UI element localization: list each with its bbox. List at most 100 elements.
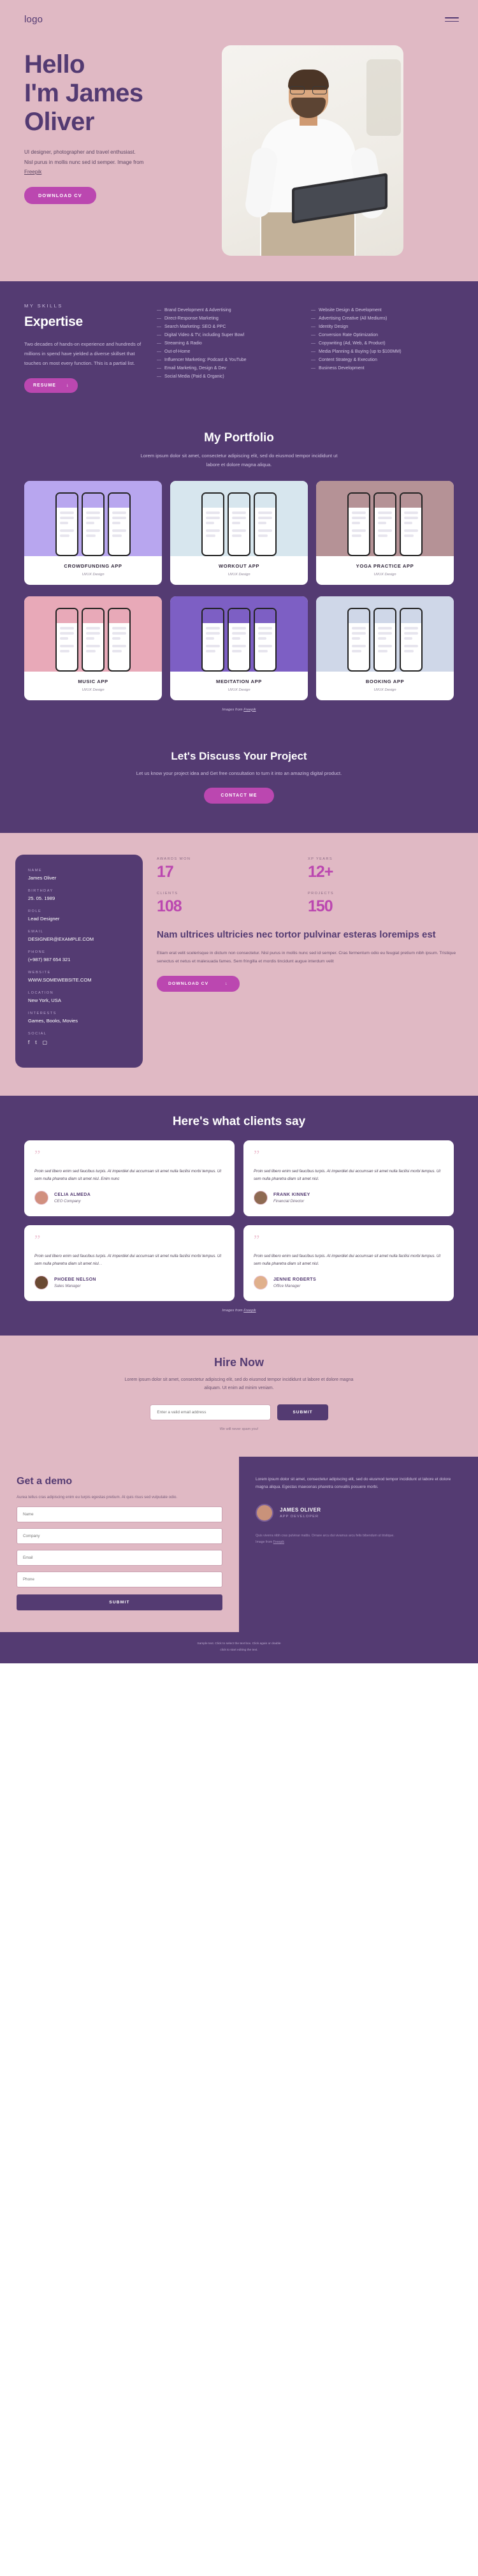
testimonials-title: Here's what clients say [172, 1115, 306, 1129]
skill-item: — Influencer Marketing: Podcast & YouTube [157, 357, 300, 364]
footer-line-1: Sample text. Click to select the text bo… [197, 1642, 281, 1646]
stats-grid: AWARDS WON 17 XP YEARS 12+ CLIENTS 108 PROJECT… [157, 857, 459, 926]
portfolio-card-image [316, 596, 454, 672]
expertise-title: Expertise [24, 314, 83, 329]
testimonial-card: ” Proin sed libero enim sed faucibus turp… [24, 1225, 235, 1302]
skill-item: — Conversion Rate Optimization [311, 332, 454, 339]
info-label: LOCATION [28, 991, 54, 996]
portfolio-card[interactable]: YOGA PRACTICE APP UI/UX Design [316, 480, 454, 585]
twitter-icon[interactable]: t [35, 1040, 36, 1045]
phone-mockup [228, 607, 250, 672]
phone-mockup [254, 492, 277, 556]
skill-item: — Identity Design [311, 323, 454, 331]
testimonial-quote: Proin sed libero enim sed faucibus turpi… [34, 1169, 222, 1182]
dash-icon: — [311, 366, 315, 371]
personal-info-card: NAME James Oliver BIRTHDAY 25. 05. 1989 ROLE… [15, 855, 143, 1068]
quote-icon: ” [34, 1147, 41, 1163]
hero-description: UI designer, photographer and travel ent… [24, 147, 145, 177]
hamburger-menu-icon[interactable] [445, 17, 459, 22]
testimonial-quote: Proin sed libero enim sed faucibus turpi… [34, 1253, 222, 1267]
info-value: New York, USA [28, 997, 61, 1004]
hire-note: We will never spam you! [219, 1427, 259, 1431]
portfolio-card-subtitle: UI/UX Design [82, 572, 105, 577]
resume-button[interactable]: RESUME ↓ [24, 378, 78, 394]
info-row: INTERESTS Games, Books, Movies [28, 1012, 130, 1024]
info-row: LOCATION New York, USA [28, 991, 130, 1003]
hero-title-line-1: Hello [24, 50, 85, 78]
contact-me-button[interactable]: CONTACT ME [204, 788, 274, 804]
landing-page: logo Hello I'm James Oliver UI designer,… [0, 0, 478, 1663]
skill-item-label: Website Design & Development [319, 308, 382, 313]
testimonial-role: Office Manager [273, 1283, 301, 1288]
hire-email-input[interactable] [150, 1404, 272, 1420]
skill-item: — Out-of-Home [157, 348, 300, 356]
portfolio-card-image [24, 480, 162, 556]
skill-item-label: Social Media (Paid & Organic) [164, 374, 224, 379]
discuss-subtitle: Let us know your project idea and Get fr… [136, 770, 342, 776]
portfolio-freepik-link[interactable]: Freepik [243, 708, 256, 712]
stat-item: CLIENTS 108 [157, 892, 308, 916]
download-cv-button[interactable]: DOWNLOAD CV [24, 186, 96, 204]
person-beard [291, 98, 326, 118]
skill-item: — Social Media (Paid & Organic) [157, 373, 300, 381]
info-label: NAME [28, 869, 43, 873]
skill-item: — Advertising Creative (All Mediums) [311, 315, 454, 323]
dash-icon: — [157, 316, 161, 321]
info-value: DESIGNER@EXAMPLE.COM [28, 936, 94, 943]
top-navbar: logo [0, 14, 478, 25]
phone-mockup [373, 607, 396, 672]
skill-item: — Brand Development & Advertising [157, 307, 300, 314]
demo-right-text: Lorem ipsum dolor sit amet, consectetur … [256, 1476, 451, 1490]
developer-profile: JAMES OLIVER APP DEVELOPER [256, 1504, 461, 1522]
about-section: NAME James Oliver BIRTHDAY 25. 05. 1989 ROLE… [0, 833, 478, 1096]
facebook-icon[interactable]: f [28, 1040, 29, 1045]
portfolio-card-subtitle: UI/UX Design [228, 688, 250, 692]
portfolio-card[interactable]: MUSIC APP UI/UX Design [24, 596, 162, 700]
phone-mockup [347, 607, 370, 672]
download-cv-button-secondary[interactable]: DOWNLOAD CV ↓ [157, 976, 240, 992]
hire-submit-button[interactable]: SUBMIT [277, 1404, 328, 1420]
hero-text-block: Hello I'm James Oliver UI designer, phot… [24, 44, 215, 204]
demo-info-panel: Lorem ipsum dolor sit amet, consectetur … [239, 1456, 478, 1633]
phone-mockup [108, 492, 131, 556]
site-logo[interactable]: logo [24, 14, 43, 25]
developer-name: JAMES OLIVER [280, 1507, 321, 1513]
quote-icon: ” [254, 1147, 260, 1163]
instagram-icon[interactable]: ▢ [42, 1040, 47, 1045]
stat-value: 108 [157, 897, 182, 916]
info-label: SOCIAL [28, 1032, 47, 1036]
testimonial-name: CELIA ALMEDA [54, 1192, 91, 1197]
skill-item-label: Media Planning & Buying (up to $100MM) [319, 350, 402, 355]
skill-item: — Website Design & Development [311, 307, 454, 314]
skills-column-right: — Website Design & Development — Advertisin… [311, 307, 454, 393]
testimonials-credit: Images from Freepik [24, 1309, 454, 1313]
demo-submit-button[interactable]: SUBMIT [17, 1594, 222, 1611]
portfolio-grid-row-1: CROWDFUNDING APP UI/UX Design WORKOUT APP U… [24, 480, 454, 585]
skill-item-label: Out-of-Home [164, 350, 191, 355]
avatar [256, 1504, 273, 1522]
demo-input-company[interactable] [17, 1528, 222, 1545]
demo-freepik-link[interactable]: Freepik [273, 1540, 284, 1544]
portfolio-card[interactable]: WORKOUT APP UI/UX Design [170, 480, 308, 585]
stat-value: 17 [157, 863, 174, 881]
skill-item: — Search Marketing: SEO & PPC [157, 323, 300, 331]
info-value: James Oliver [28, 875, 57, 881]
demo-input-name[interactable] [17, 1506, 222, 1523]
skill-item: — Media Planning & Buying (up to $100MM) [311, 348, 454, 356]
phone-mockup [201, 492, 224, 556]
portfolio-card[interactable]: BOOKING APP UI/UX Design [316, 596, 454, 700]
phone-mockup [400, 607, 423, 672]
demo-input-email[interactable] [17, 1550, 222, 1566]
demo-input-phone[interactable] [17, 1571, 222, 1588]
portfolio-card-image [170, 480, 308, 556]
portfolio-card[interactable]: CROWDFUNDING APP UI/UX Design [24, 480, 162, 585]
expertise-eyebrow: MY SKILLS [24, 303, 63, 309]
social-links[interactable]: f t ▢ [28, 1040, 130, 1045]
hero-freepik-link[interactable]: Freepik [24, 169, 41, 175]
portfolio-card[interactable]: MEDITATION APP UI/UX Design [170, 596, 308, 700]
testimonials-freepik-link[interactable]: Freepik [243, 1309, 256, 1313]
skill-item-label: Advertising Creative (All Mediums) [319, 316, 387, 321]
dash-icon: — [157, 308, 161, 313]
download-icon: ↓ [66, 383, 69, 388]
dash-icon: — [157, 333, 161, 338]
